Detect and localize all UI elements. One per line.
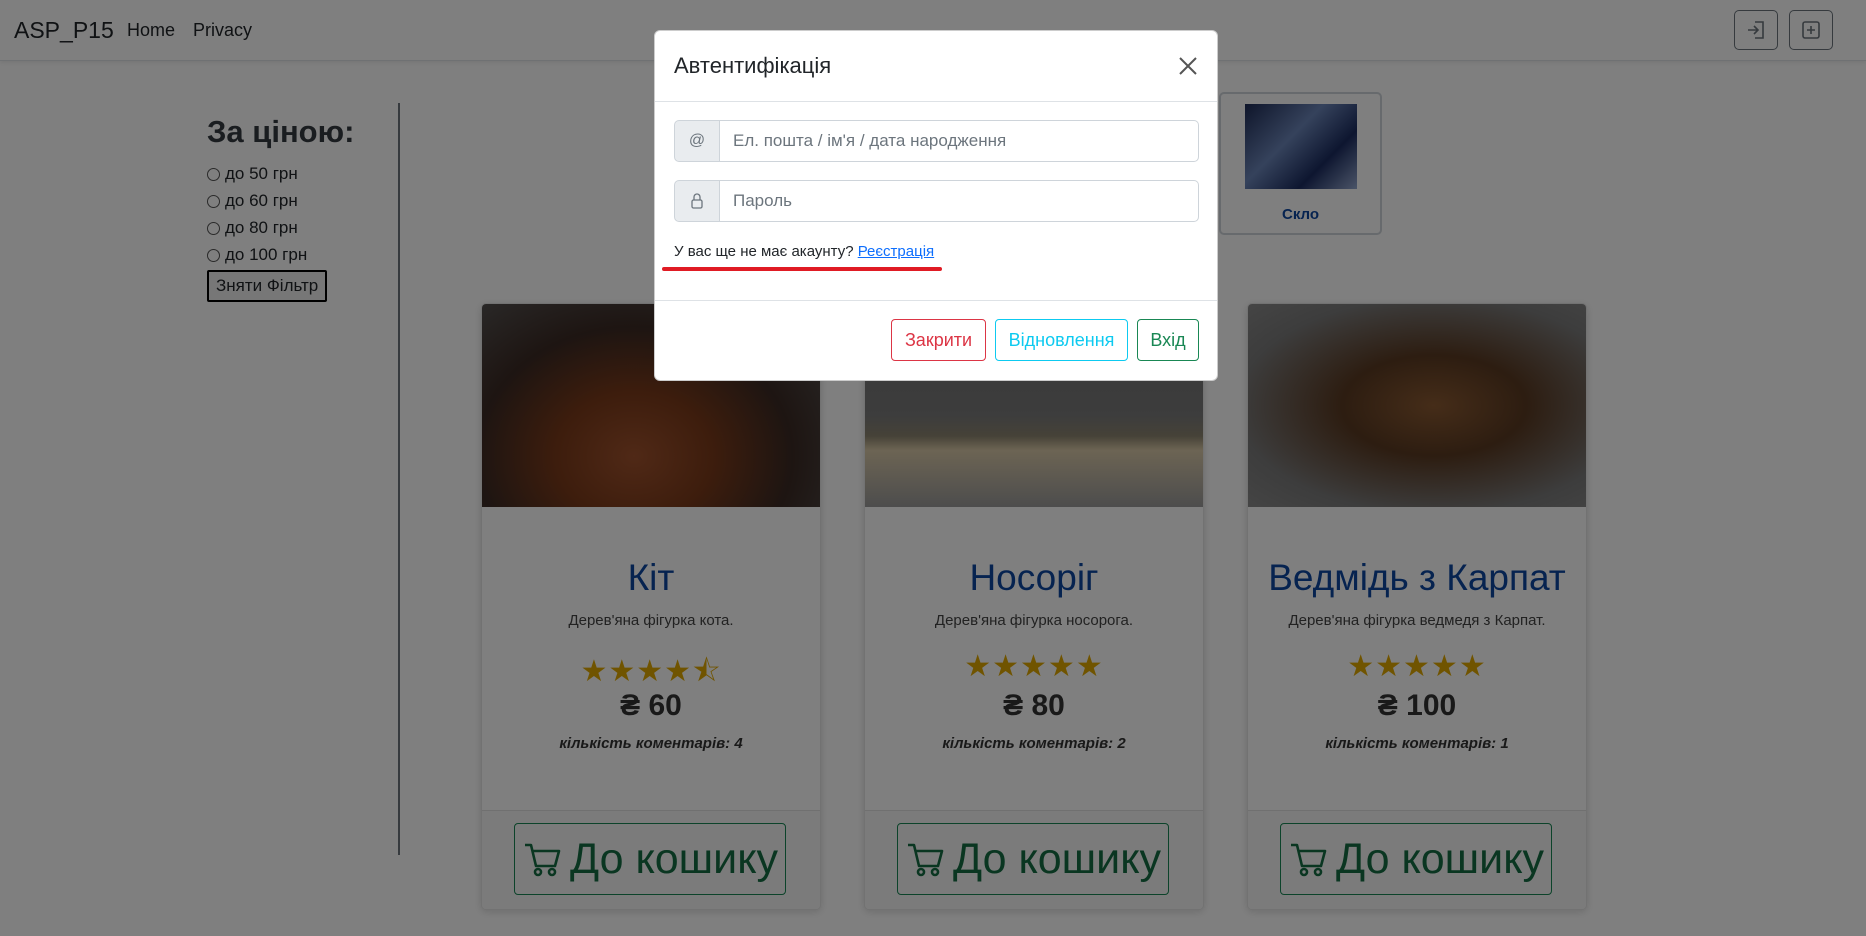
login-input-group: @ [674,120,1199,162]
lock-icon [691,193,703,209]
at-sign-prefix: @ [674,120,720,162]
restore-button[interactable]: Відновлення [995,319,1128,361]
no-account-text: У вас ще не має акаунту? [674,243,854,260]
annotation-underline [662,267,942,271]
password-input[interactable] [720,180,1199,222]
login-input[interactable] [720,120,1199,162]
lock-prefix [674,180,720,222]
register-prompt: У вас ще не має акаунту? Реєстрація [674,243,934,260]
register-link[interactable]: Реєстрація [858,243,934,260]
close-icon[interactable] [1177,55,1199,77]
close-button[interactable]: Закрити [891,319,986,361]
modal-header: Автентифікація [655,31,1217,102]
modal-footer: Закрити Відновлення Вхід [655,300,1217,381]
modal-title: Автентифікація [674,53,832,78]
login-button[interactable]: Вхід [1137,319,1199,361]
password-input-group [674,180,1199,222]
auth-modal: Автентифікація @ У вас ще не має акаунту… [654,30,1218,381]
